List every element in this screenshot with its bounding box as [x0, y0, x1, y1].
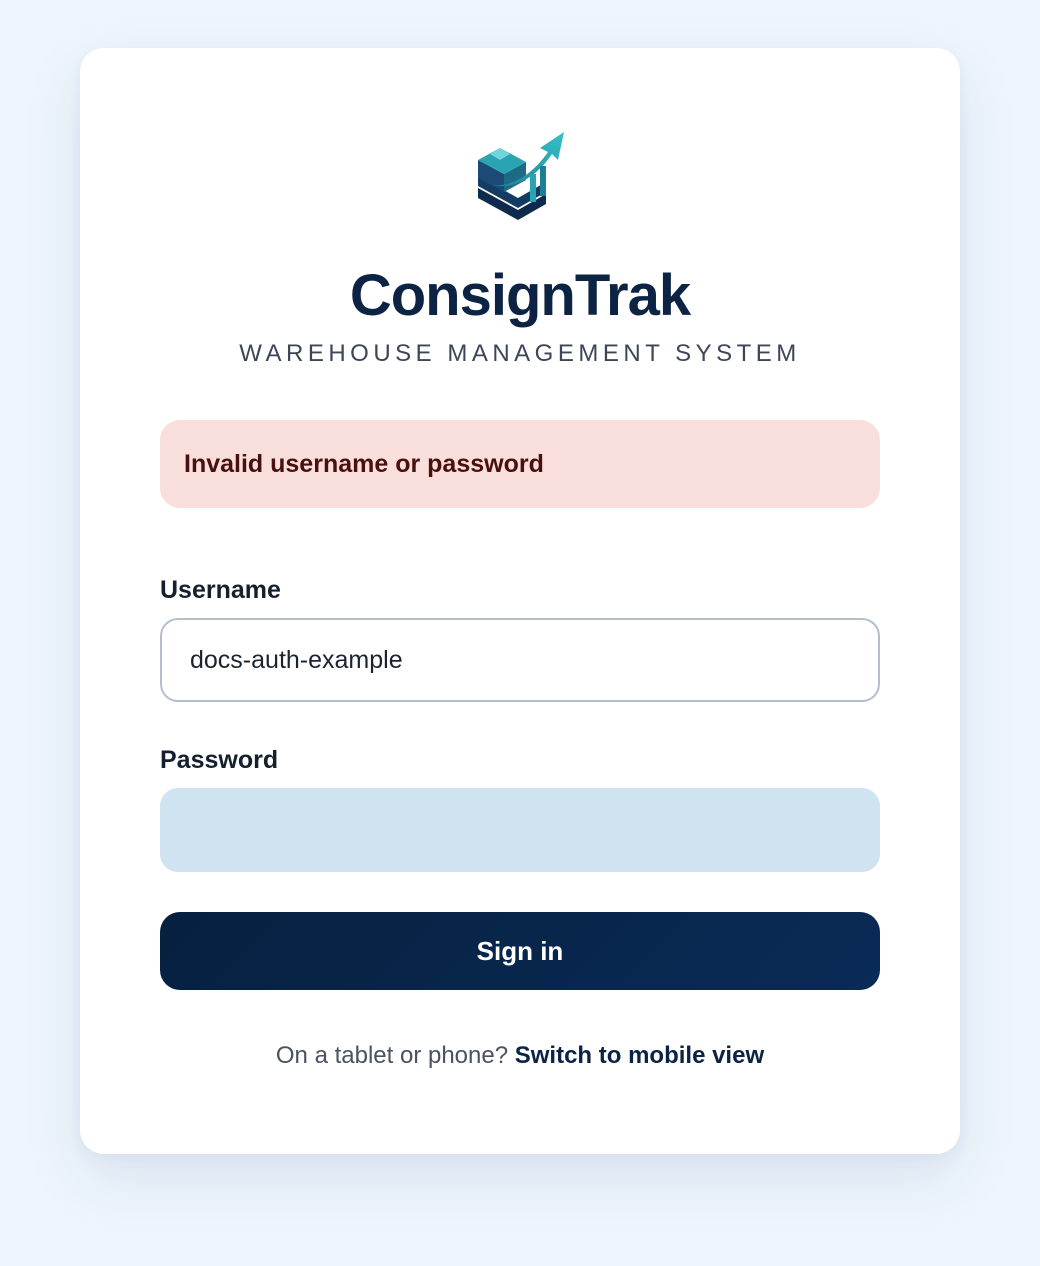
username-label: Username: [160, 576, 281, 604]
warehouse-box-arrow-icon: [478, 132, 564, 220]
app-tagline: WAREHOUSE MANAGEMENT SYSTEM: [239, 340, 801, 367]
username-field[interactable]: [160, 618, 880, 702]
footer-prompt-text: On a tablet or phone?: [275, 1042, 509, 1069]
mobile-view-prompt: On a tablet or phone? Switch to mobile v…: [80, 1041, 960, 1071]
switch-to-mobile-link[interactable]: Switch to mobile view: [515, 1042, 764, 1069]
error-alert: Invalid username or password: [160, 420, 880, 508]
login-card: ConsignTrak WAREHOUSE MANAGEMENT SYSTEM …: [80, 48, 960, 1154]
error-message: Invalid username or password: [184, 449, 544, 478]
password-label: Password: [160, 746, 279, 774]
app-title: ConsignTrak: [349, 263, 691, 328]
sign-in-button[interactable]: Sign in: [160, 912, 880, 990]
password-field[interactable]: [160, 788, 880, 872]
